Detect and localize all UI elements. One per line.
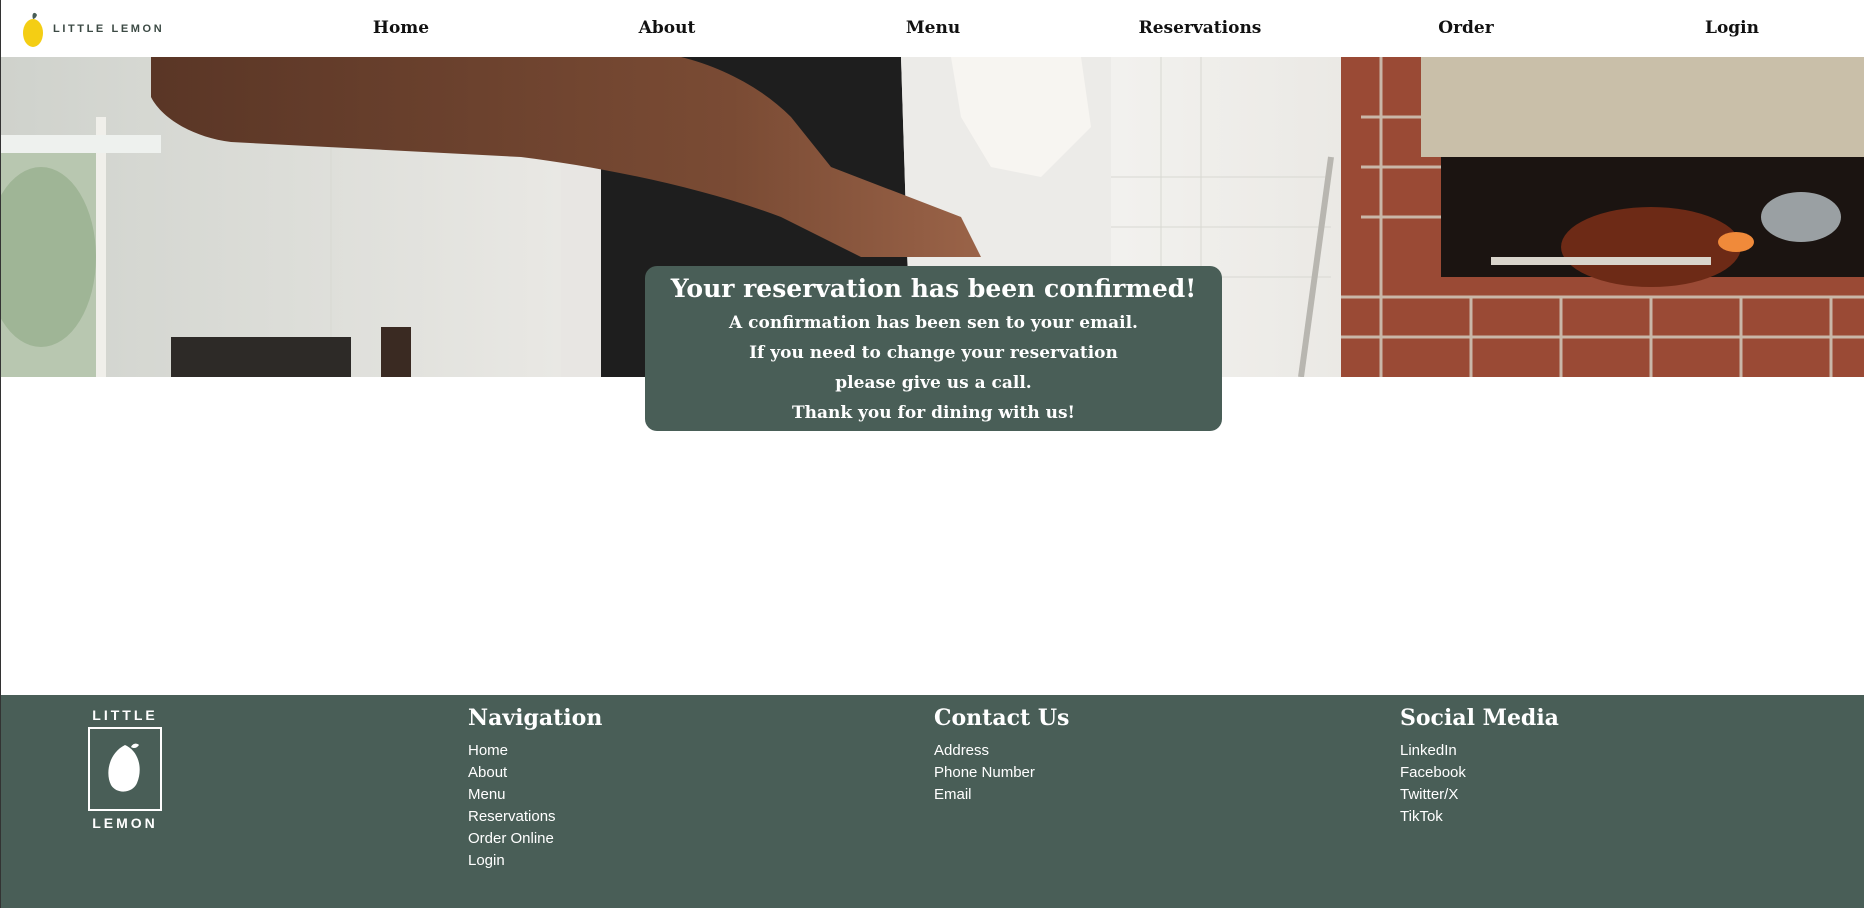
footer-navigation: Navigation Home About Menu Reservations … xyxy=(468,700,602,872)
confirmation-line: please give us a call. xyxy=(835,373,1032,393)
nav-login[interactable]: Login xyxy=(1705,18,1759,38)
confirmation-line: Thank you for dining with us! xyxy=(791,403,1076,423)
site-footer: LITTLE LEMON Navigation Home About Menu … xyxy=(1,695,1864,908)
footer-social: Social Media LinkedIn Facebook Twitter/X… xyxy=(1400,700,1559,828)
nav-order[interactable]: Order xyxy=(1438,18,1493,38)
confirmation-line: A confirmation has been sen to your emai… xyxy=(729,313,1138,333)
footer-link-facebook[interactable]: Facebook xyxy=(1400,764,1466,781)
lemon-outline-icon xyxy=(88,727,162,811)
footer-logo-bottom: LEMON xyxy=(92,815,158,831)
footer-social-title: Social Media xyxy=(1400,705,1559,731)
main-nav: Home About Menu Reservations Order Login xyxy=(1,0,1864,57)
footer-link-tiktok[interactable]: TikTok xyxy=(1400,808,1443,825)
footer-link-order-online[interactable]: Order Online xyxy=(468,830,554,847)
footer-link-menu[interactable]: Menu xyxy=(468,786,506,803)
footer-link-reservations[interactable]: Reservations xyxy=(468,808,556,825)
footer-link-about[interactable]: About xyxy=(468,764,507,781)
footer-link-twitter[interactable]: Twitter/X xyxy=(1400,786,1458,803)
nav-home[interactable]: Home xyxy=(373,18,429,38)
footer-link-login[interactable]: Login xyxy=(468,852,505,869)
footer-link-address[interactable]: Address xyxy=(934,742,989,759)
footer-link-phone[interactable]: Phone Number xyxy=(934,764,1035,781)
nav-about[interactable]: About xyxy=(639,18,696,38)
footer-logo[interactable]: LITTLE LEMON xyxy=(87,707,163,831)
footer-navigation-title: Navigation xyxy=(468,705,603,731)
confirmation-title: Your reservation has been confirmed! xyxy=(670,274,1197,303)
site-header: LITTLE LEMON Home About Menu Reservation… xyxy=(1,0,1864,57)
footer-link-home[interactable]: Home xyxy=(468,742,508,759)
confirmation-line: If you need to change your reservation xyxy=(749,343,1118,363)
footer-contact-title: Contact Us xyxy=(934,705,1070,731)
confirmation-card: Your reservation has been confirmed! A c… xyxy=(645,266,1222,431)
footer-contact: Contact Us Address Phone Number Email xyxy=(934,700,1069,806)
nav-menu[interactable]: Menu xyxy=(906,18,960,38)
footer-link-email[interactable]: Email xyxy=(934,786,972,803)
footer-link-linkedin[interactable]: LinkedIn xyxy=(1400,742,1457,759)
nav-reservations[interactable]: Reservations xyxy=(1139,18,1262,38)
footer-logo-top: LITTLE xyxy=(92,707,158,723)
